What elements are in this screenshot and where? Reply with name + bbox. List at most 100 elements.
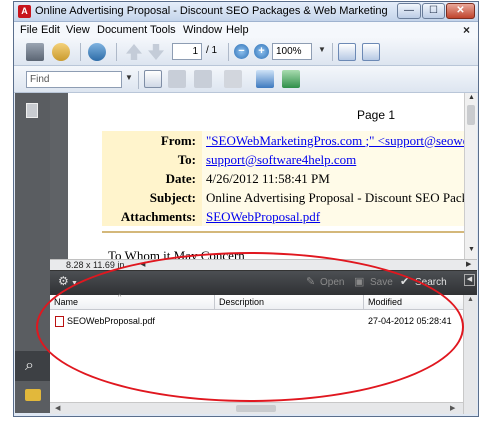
scroll-up-icon[interactable]: ▲ [465, 94, 478, 101]
search-icon: ✔ [400, 276, 410, 288]
header-value-link[interactable]: "SEOWebMarketingPros.com ;" <support@seo… [202, 131, 464, 150]
document-view: Page 1 From: "SEOWebMarketingPros.com ;"… [50, 93, 477, 268]
scroll-right-icon[interactable]: ▶ [466, 260, 471, 268]
minimize-button[interactable]: — [397, 3, 421, 19]
title-bar[interactable]: A Online Advertising Proposal - Discount… [14, 2, 478, 22]
open-button[interactable]: Open [320, 276, 344, 289]
find-toolbar: Find ▼ [14, 66, 478, 93]
find-dropdown-icon[interactable]: ▼ [125, 73, 133, 82]
reader-window: A Online Advertising Proposal - Discount… [13, 1, 479, 417]
header-row-to: To: support@software4help.com [102, 150, 464, 169]
sort-ascending-icon: ^ [118, 294, 122, 301]
find-input[interactable]: Find [26, 71, 122, 88]
header-key: Date: [102, 169, 202, 188]
scroll-down-icon[interactable]: ▼ [465, 246, 478, 253]
maximize-button[interactable]: ☐ [422, 3, 445, 19]
zoom-out-icon[interactable]: − [234, 44, 249, 59]
page-size-label: 8.28 x 11.69 in [66, 260, 125, 270]
toolbar-separator [116, 43, 117, 61]
attachments-column-header: Name ^ Description Modified [50, 294, 463, 310]
toolbar-separator [80, 43, 81, 61]
header-value: 4/26/2012 11:58:41 PM [202, 169, 464, 188]
header-divider [102, 231, 464, 233]
zoom-level-input[interactable]: 100% [272, 43, 312, 60]
menu-edit[interactable]: Edit [41, 23, 60, 37]
scroll-up-icon[interactable]: ▲ [467, 296, 474, 303]
next-page-icon[interactable] [148, 44, 164, 60]
menu-help[interactable]: Help [226, 23, 249, 37]
fit-page-icon[interactable] [338, 43, 356, 61]
menu-tools[interactable]: Tools [150, 23, 176, 37]
header-row-date: Date: 4/26/2012 11:58:41 PM [102, 169, 464, 188]
letter-greeting: To Whom it May Concern [108, 248, 245, 259]
attachment-modified: 27-04-2012 05:28:41 [368, 316, 452, 326]
options-gear-icon[interactable]: ⚙ [58, 275, 69, 288]
pages-panel-icon[interactable] [26, 103, 38, 118]
column-separator[interactable] [363, 295, 364, 310]
screenshot-stage: A Online Advertising Proposal - Discount… [0, 0, 490, 421]
close-document-icon[interactable]: × [463, 23, 470, 37]
share-icon[interactable] [52, 43, 70, 61]
scroll-left-icon[interactable]: ◀ [55, 404, 60, 412]
menu-bar: File Edit View Document Tools Window Hel… [14, 22, 478, 38]
document-vertical-scrollbar[interactable]: ▲ ▼ [464, 93, 477, 259]
attachments-vertical-scrollbar[interactable]: ▲ [463, 295, 477, 414]
collapse-panel-icon[interactable]: ◀ [464, 274, 475, 286]
save-icon: ▣ [354, 276, 365, 288]
sign-icon[interactable] [168, 70, 186, 88]
attachments-tab[interactable]: ⌕ [15, 351, 50, 381]
menu-window[interactable]: Window [183, 23, 222, 37]
toolbar-separator [228, 43, 229, 61]
attachments-panel: ⚙ ▼ ✎ Open ▣ Save ✔ Search ◀ Name ^ Desc… [50, 270, 477, 414]
column-description[interactable]: Description [219, 296, 264, 309]
full-screen-icon[interactable] [362, 43, 380, 61]
zoom-dropdown-icon[interactable]: ▼ [318, 45, 326, 54]
scroll-right-icon[interactable]: ▶ [450, 404, 455, 412]
comments-icon[interactable] [25, 389, 41, 401]
scroll-thumb[interactable] [467, 105, 475, 125]
menu-document[interactable]: Document [97, 23, 147, 37]
main-toolbar: 1 / 1 − + 100% ▼ [14, 38, 478, 66]
scroll-thumb[interactable] [236, 405, 276, 412]
close-window-button[interactable]: ✕ [446, 3, 475, 19]
options-dropdown-icon[interactable]: ▼ [71, 277, 78, 290]
paperclip-icon: ⌕ [25, 357, 34, 374]
print-icon[interactable] [26, 43, 44, 61]
pdf-app-icon: A [18, 5, 31, 18]
page-number-input[interactable]: 1 [172, 43, 202, 60]
previous-page-icon[interactable] [126, 44, 142, 60]
column-modified[interactable]: Modified [368, 296, 402, 309]
column-name[interactable]: Name [54, 296, 78, 309]
form-icon[interactable] [256, 70, 274, 88]
header-row-from: From: "SEOWebMarketingPros.com ;" <suppo… [102, 131, 464, 150]
menu-file[interactable]: File [20, 23, 38, 37]
document-status-bar: 8.28 x 11.69 in ◀ ▶ [50, 259, 477, 270]
header-key: From: [102, 131, 202, 150]
header-value-link[interactable]: support@software4help.com [202, 150, 464, 169]
window-title: Online Advertising Proposal - Discount S… [35, 5, 391, 17]
scroll-left-icon[interactable]: ◀ [140, 260, 145, 268]
header-value-link[interactable]: SEOWebProposal.pdf [202, 207, 464, 226]
zoom-in-icon[interactable]: + [254, 44, 269, 59]
attachments-toolbar: ⚙ ▼ ✎ Open ▣ Save ✔ Search ◀ [50, 271, 477, 295]
collaborate-icon[interactable] [88, 43, 106, 61]
column-separator[interactable] [214, 295, 215, 310]
search-button[interactable]: Search [415, 276, 447, 289]
menu-view[interactable]: View [66, 23, 90, 37]
attachment-name: SEOWebProposal.pdf [67, 316, 155, 326]
attachments-horizontal-scrollbar[interactable]: ◀ ▶ [50, 402, 463, 414]
measure-icon[interactable] [282, 70, 300, 88]
pdf-page: Page 1 From: "SEOWebMarketingPros.com ;"… [68, 93, 464, 259]
header-row-attachments: Attachments: SEOWebProposal.pdf [102, 207, 464, 226]
toolbar-separator [332, 43, 333, 61]
stamp-icon[interactable] [194, 70, 212, 88]
header-key: Subject: [102, 188, 202, 207]
attach-file-icon[interactable] [224, 70, 242, 88]
page-label: Page 1 [357, 108, 396, 122]
save-button[interactable]: Save [370, 276, 393, 289]
toolbar-separator [138, 71, 139, 89]
header-value: Online Advertising Proposal - Discount S… [202, 188, 464, 207]
attachment-row[interactable]: SEOWebProposal.pdf 27-04-2012 05:28:41 [50, 315, 463, 329]
spell-check-icon[interactable] [144, 70, 162, 88]
header-row-subject: Subject: Online Advertising Proposal - D… [102, 188, 464, 207]
